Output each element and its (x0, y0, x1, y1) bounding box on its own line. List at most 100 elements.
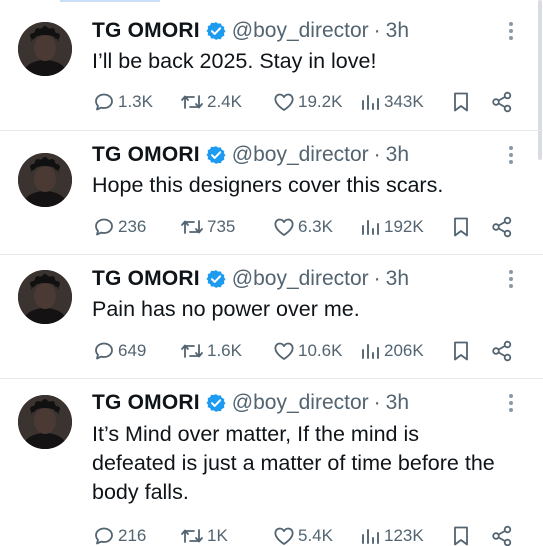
author-name[interactable]: TG OMORI (92, 391, 200, 415)
tweet[interactable]: TG OMORI @boy_director · 3h Hope this de… (0, 131, 543, 255)
tweet-header: TG OMORI @boy_director · 3h (92, 17, 409, 45)
like-count: 6.3K (298, 217, 333, 236)
repost-count: 2.4K (207, 92, 242, 111)
timestamp[interactable]: 3h (386, 391, 409, 415)
reply-count: 649 (118, 341, 147, 360)
tweet-actions: 236 735 6.3K 192K (92, 214, 523, 240)
repost-icon (181, 220, 203, 234)
repost-button[interactable]: 1.6K (179, 338, 242, 364)
tweet[interactable]: TG OMORI @boy_director · 3h I’ll be back… (0, 0, 543, 131)
author-handle[interactable]: @boy_director (232, 267, 369, 291)
repost-count: 1.6K (207, 341, 242, 360)
share-button[interactable] (490, 89, 514, 115)
bookmark-button[interactable] (449, 214, 473, 240)
views-button[interactable]: 192K (358, 214, 424, 240)
avatar-image (18, 395, 72, 449)
avatar[interactable] (18, 395, 72, 449)
bookmark-icon (454, 526, 468, 546)
tweet-actions: 649 1.6K 10.6K 206K (92, 338, 523, 364)
timestamp[interactable]: 3h (386, 143, 409, 167)
repost-count: 735 (207, 217, 236, 236)
repost-icon (181, 344, 203, 358)
views-count: 192K (384, 217, 424, 236)
bookmark-icon (454, 92, 468, 112)
like-button[interactable]: 6.3K (272, 214, 333, 240)
more-options-icon[interactable] (501, 17, 521, 45)
author-name[interactable]: TG OMORI (92, 19, 200, 43)
like-icon (274, 218, 294, 236)
views-count: 123K (384, 526, 424, 545)
avatar-image (18, 22, 72, 76)
reply-button[interactable]: 236 (92, 214, 146, 240)
avatar[interactable] (18, 153, 72, 207)
views-icon (362, 529, 379, 544)
share-icon (492, 91, 512, 113)
like-count: 19.2K (298, 92, 343, 111)
bookmark-button[interactable] (449, 523, 473, 546)
reply-icon (95, 527, 113, 545)
separator: · (373, 391, 381, 414)
reply-count: 1.3K (118, 92, 153, 111)
author-name[interactable]: TG OMORI (92, 143, 200, 167)
reply-icon (95, 218, 113, 236)
repost-button[interactable]: 1K (179, 523, 228, 546)
author-name[interactable]: TG OMORI (92, 267, 200, 291)
separator: · (373, 19, 381, 42)
like-button[interactable]: 19.2K (272, 89, 342, 115)
tweet-actions: 216 1K 5.4K 123K (92, 523, 523, 546)
tweet-header: TG OMORI @boy_director · 3h (92, 389, 409, 417)
views-button[interactable]: 206K (358, 338, 424, 364)
tweet[interactable]: TG OMORI @boy_director · 3h Pain has no … (0, 255, 543, 379)
like-icon (274, 342, 294, 360)
repost-button[interactable]: 2.4K (179, 89, 242, 115)
avatar-image (18, 270, 72, 324)
reply-icon (95, 342, 113, 360)
reply-button[interactable]: 216 (92, 523, 146, 546)
more-options-icon[interactable] (501, 265, 521, 293)
share-icon (492, 340, 512, 362)
views-icon (362, 95, 379, 110)
bookmark-button[interactable] (449, 338, 473, 364)
timestamp[interactable]: 3h (386, 267, 409, 291)
repost-button[interactable]: 735 (179, 214, 235, 240)
avatar[interactable] (18, 270, 72, 324)
share-button[interactable] (490, 338, 514, 364)
tweet-text: Hope this designers cover this scars. (92, 173, 444, 197)
views-button[interactable]: 343K (358, 89, 424, 115)
separator: · (373, 267, 381, 290)
verified-badge-icon (206, 269, 226, 289)
like-count: 5.4K (298, 526, 333, 545)
author-handle[interactable]: @boy_director (232, 19, 369, 43)
separator: · (373, 143, 381, 166)
bookmark-icon (454, 341, 468, 361)
views-button[interactable]: 123K (358, 523, 424, 546)
reply-icon (95, 93, 113, 111)
like-button[interactable]: 10.6K (272, 338, 342, 364)
tweet-header: TG OMORI @boy_director · 3h (92, 265, 409, 293)
verified-badge-icon (206, 393, 226, 413)
like-count: 10.6K (298, 341, 343, 360)
like-button[interactable]: 5.4K (272, 523, 333, 546)
tweet-header: TG OMORI @boy_director · 3h (92, 141, 409, 169)
avatar[interactable] (18, 22, 72, 76)
timeline: TG OMORI @boy_director · 3h I’ll be back… (0, 0, 543, 546)
reply-count: 216 (118, 526, 147, 545)
verified-badge-icon (206, 145, 226, 165)
author-handle[interactable]: @boy_director (232, 143, 369, 167)
more-options-icon[interactable] (501, 389, 521, 417)
views-icon (362, 344, 379, 359)
share-button[interactable] (490, 523, 514, 546)
share-button[interactable] (490, 214, 514, 240)
verified-badge-icon (206, 21, 226, 41)
tweet-text: It’s Mind over matter, If the mind is de… (92, 422, 495, 504)
bookmark-button[interactable] (449, 89, 473, 115)
avatar-image (18, 153, 72, 207)
author-handle[interactable]: @boy_director (232, 391, 369, 415)
share-icon (492, 525, 512, 546)
more-options-icon[interactable] (501, 141, 521, 169)
timestamp[interactable]: 3h (386, 19, 409, 43)
repost-icon (181, 95, 203, 109)
reply-button[interactable]: 649 (92, 338, 146, 364)
reply-button[interactable]: 1.3K (92, 89, 153, 115)
tweet[interactable]: TG OMORI @boy_director · 3h It’s Mind ov… (0, 379, 543, 546)
